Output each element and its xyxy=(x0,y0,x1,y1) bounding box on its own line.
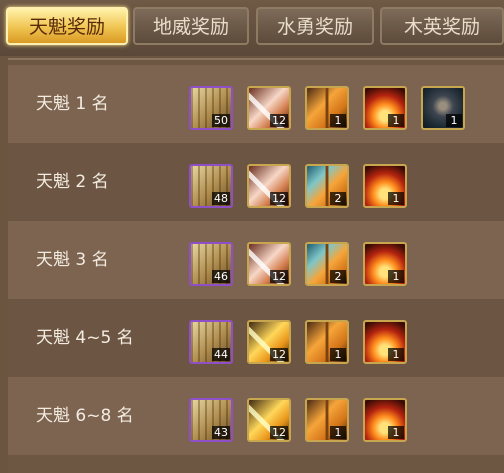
item-count: 1 xyxy=(388,192,404,205)
item-count: 1 xyxy=(388,348,404,361)
fire-armor-icon[interactable]: 1 xyxy=(363,86,407,130)
rank-label: 天魁 2 名 xyxy=(36,172,109,192)
fire-armor-icon[interactable]: 1 xyxy=(363,164,407,208)
reward-row-rank-4-5: 天魁 4~5 名 44 12 1 1 xyxy=(8,299,504,377)
item-count: 2 xyxy=(330,192,346,205)
reward-row-rank-6-8: 天魁 6~8 名 43 12 1 1 xyxy=(8,377,504,455)
treasure-chest-icon[interactable]: 46 xyxy=(189,242,233,286)
golden-book-icon[interactable]: 2 xyxy=(305,164,349,208)
tab-shuiyong-reward[interactable]: 水勇奖励 xyxy=(256,7,374,45)
tab-tiankui-reward[interactable]: 天魁奖励 xyxy=(6,7,128,45)
golden-book-icon[interactable]: 1 xyxy=(305,86,349,130)
reward-list: 天魁 1 名 50 12 1 1 1 天魁 2 名 48 12 2 1 天魁 3… xyxy=(8,58,504,473)
item-count: 50 xyxy=(212,114,230,127)
fire-armor-icon[interactable]: 1 xyxy=(363,398,407,442)
tab-muying-reward[interactable]: 木英奖励 xyxy=(380,7,504,45)
item-count: 46 xyxy=(212,270,230,283)
golden-book-icon[interactable]: 1 xyxy=(305,320,349,364)
treasure-chest-icon[interactable]: 48 xyxy=(189,164,233,208)
item-count: 1 xyxy=(446,114,462,127)
reward-row-rank-2: 天魁 2 名 48 12 2 1 xyxy=(8,143,504,221)
rank-label: 天魁 3 名 xyxy=(36,250,109,270)
fire-armor-icon[interactable]: 1 xyxy=(363,320,407,364)
reward-tab-bar: 天魁奖励 地威奖励 水勇奖励 木英奖励 xyxy=(0,0,504,56)
white-crystal-icon[interactable]: 12 xyxy=(247,86,291,130)
tab-diwei-reward[interactable]: 地威奖励 xyxy=(133,7,249,45)
item-count: 12 xyxy=(270,192,288,205)
treasure-chest-icon[interactable]: 43 xyxy=(189,398,233,442)
dark-relic-icon[interactable]: 1 xyxy=(421,86,465,130)
reward-row-rank-1: 天魁 1 名 50 12 1 1 1 xyxy=(8,65,504,143)
item-count: 2 xyxy=(330,270,346,283)
item-count: 1 xyxy=(388,426,404,439)
treasure-chest-icon[interactable]: 44 xyxy=(189,320,233,364)
rank-label: 天魁 1 名 xyxy=(36,94,109,114)
item-count: 43 xyxy=(212,426,230,439)
yellow-crystal-icon[interactable]: 12 xyxy=(247,398,291,442)
item-count: 1 xyxy=(388,114,404,127)
fire-armor-icon[interactable]: 1 xyxy=(363,242,407,286)
reward-row-rank-3: 天魁 3 名 46 12 2 1 xyxy=(8,221,504,299)
white-crystal-icon[interactable]: 12 xyxy=(247,242,291,286)
item-count: 1 xyxy=(388,270,404,283)
white-crystal-icon[interactable]: 12 xyxy=(247,164,291,208)
treasure-chest-icon[interactable]: 50 xyxy=(189,86,233,130)
item-count: 1 xyxy=(330,348,346,361)
item-count: 12 xyxy=(270,348,288,361)
item-count: 12 xyxy=(270,114,288,127)
item-count: 12 xyxy=(270,270,288,283)
item-count: 1 xyxy=(330,426,346,439)
rank-label: 天魁 6~8 名 xyxy=(36,406,134,426)
item-count: 44 xyxy=(212,348,230,361)
item-count: 12 xyxy=(270,426,288,439)
yellow-crystal-icon[interactable]: 12 xyxy=(247,320,291,364)
item-count: 1 xyxy=(330,114,346,127)
golden-book-icon[interactable]: 2 xyxy=(305,242,349,286)
item-count: 48 xyxy=(212,192,230,205)
rank-label: 天魁 4~5 名 xyxy=(36,328,134,348)
golden-book-icon[interactable]: 1 xyxy=(305,398,349,442)
